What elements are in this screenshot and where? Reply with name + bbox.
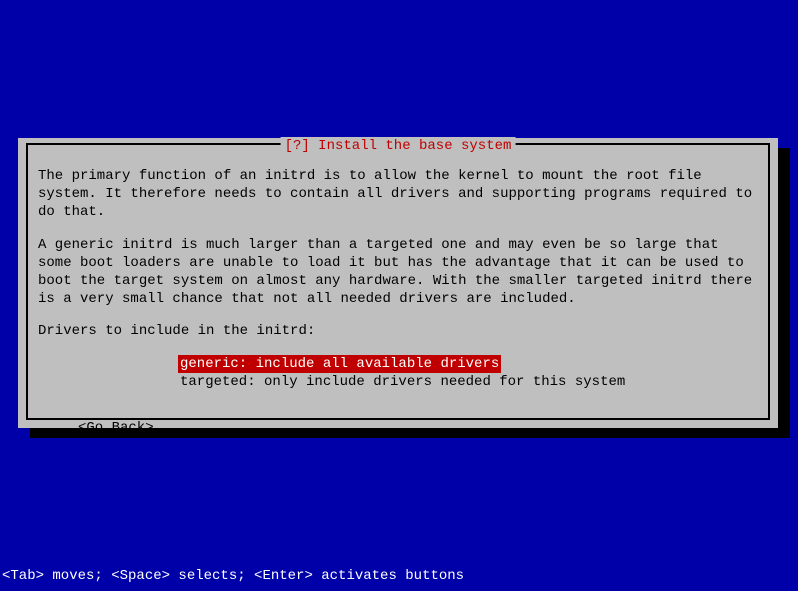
option-row: targeted: only include drivers needed fo… [178,373,758,391]
option-targeted[interactable]: targeted: only include drivers needed fo… [178,373,627,391]
prompt-text: Drivers to include in the initrd: [38,322,758,340]
dialog-border: [?] Install the base system The primary … [26,143,770,420]
go-back-button[interactable]: <Go Back> [78,419,758,437]
description-para-1: The primary function of an initrd is to … [38,167,758,222]
option-row: generic: include all available drivers [178,355,758,373]
options-list: generic: include all available drivers t… [178,355,758,391]
description-para-2: A generic initrd is much larger than a t… [38,236,758,309]
dialog-content: The primary function of an initrd is to … [38,167,758,437]
footer-help-text: <Tab> moves; <Space> selects; <Enter> ac… [2,567,464,585]
dialog-box: [?] Install the base system The primary … [18,138,778,428]
dialog-title: [?] Install the base system [281,137,516,155]
option-generic[interactable]: generic: include all available drivers [178,355,501,373]
